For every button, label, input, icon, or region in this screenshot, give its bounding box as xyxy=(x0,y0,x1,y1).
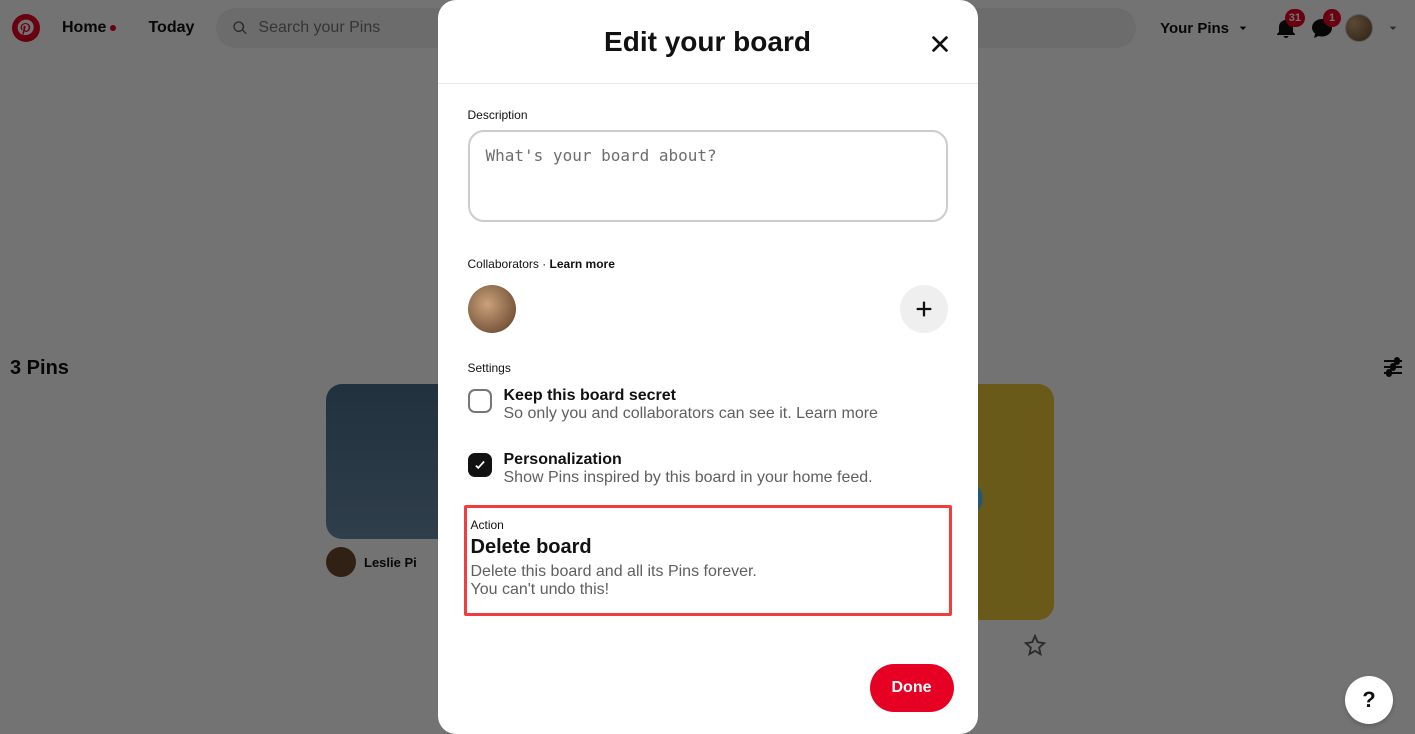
done-button[interactable]: Done xyxy=(870,664,954,712)
add-collaborator-button[interactable] xyxy=(900,285,948,333)
close-icon xyxy=(929,33,951,55)
secret-setting-row: Keep this board secret So only you and c… xyxy=(468,387,948,423)
separator: · xyxy=(539,257,550,271)
personalization-sub: Show Pins inspired by this board in your… xyxy=(504,469,873,487)
description-input[interactable] xyxy=(468,130,948,222)
personalization-title: Personalization xyxy=(504,451,873,469)
modal-header: Edit your board xyxy=(438,0,978,84)
secret-title: Keep this board secret xyxy=(504,387,878,405)
action-label: Action xyxy=(471,518,945,532)
help-icon: ? xyxy=(1362,687,1375,713)
settings-label: Settings xyxy=(468,361,948,375)
collaborator-avatar[interactable] xyxy=(468,285,516,333)
check-icon xyxy=(473,458,487,472)
delete-board-button[interactable]: Delete board xyxy=(471,536,945,559)
secret-sub: So only you and collaborators can see it… xyxy=(504,405,878,423)
plus-icon xyxy=(913,298,935,320)
modal-title: Edit your board xyxy=(604,26,811,58)
learn-more-link[interactable]: Learn more xyxy=(550,257,615,271)
close-button[interactable] xyxy=(924,28,956,60)
description-label: Description xyxy=(468,108,948,122)
modal-footer: Done xyxy=(438,648,978,734)
help-fab[interactable]: ? xyxy=(1345,676,1393,724)
delete-action-highlighted: Action Delete board Delete this board an… xyxy=(464,505,952,616)
edit-board-modal: Edit your board Description Collaborator… xyxy=(438,0,978,734)
collaborators-label: Collaborators xyxy=(468,257,539,271)
personalization-checkbox[interactable] xyxy=(468,453,492,477)
delete-sub-1: Delete this board and all its Pins forev… xyxy=(471,563,945,581)
modal-body: Description Collaborators · Learn more S… xyxy=(438,84,978,648)
secret-checkbox[interactable] xyxy=(468,389,492,413)
delete-sub-2: You can't undo this! xyxy=(471,581,945,599)
personalization-setting-row: Personalization Show Pins inspired by th… xyxy=(468,451,948,487)
